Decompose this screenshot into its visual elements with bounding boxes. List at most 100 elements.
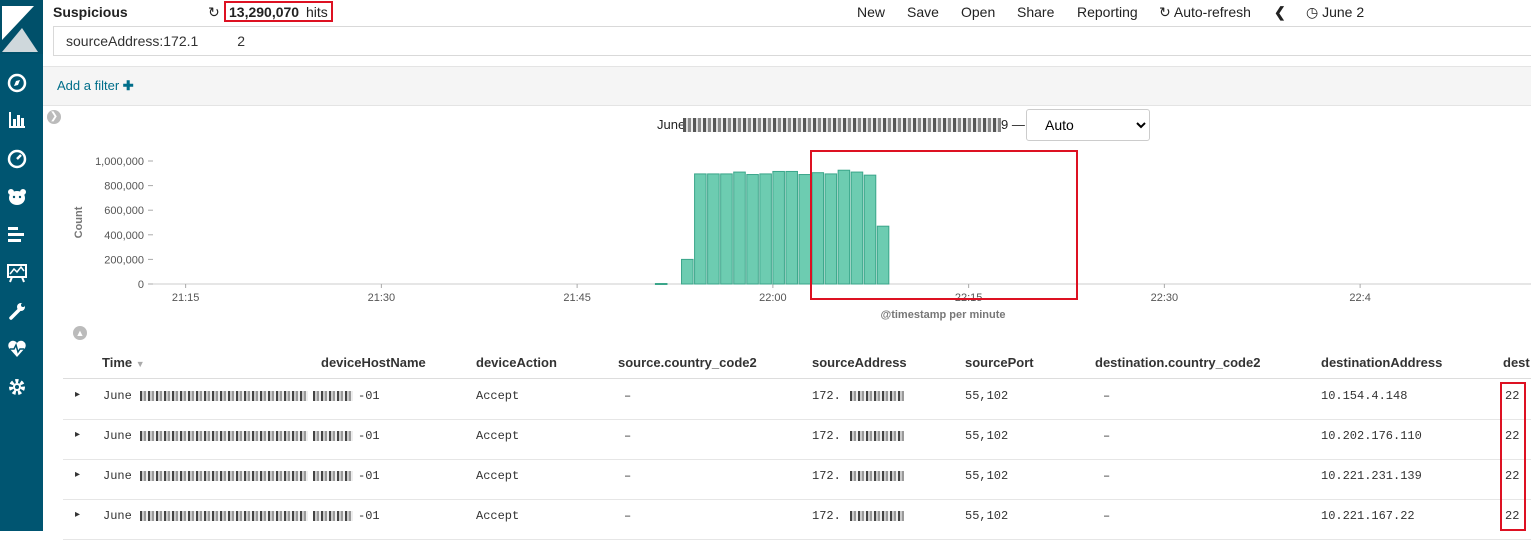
histogram-bar[interactable] — [694, 173, 707, 285]
histogram-bar[interactable] — [733, 171, 746, 285]
histogram-bar[interactable] — [837, 169, 851, 285]
cell-source-country: – — [624, 469, 632, 483]
hits-count: 13,290,070 — [229, 4, 300, 20]
save-button[interactable]: Save — [907, 4, 939, 20]
histogram-bar[interactable] — [746, 174, 759, 285]
share-button[interactable]: Share — [1017, 4, 1054, 20]
histogram-bar[interactable] — [850, 171, 864, 285]
y-tick-label: 200,000 — [104, 254, 144, 266]
histogram-bar[interactable] — [772, 170, 785, 285]
histogram-bar[interactable] — [681, 258, 694, 285]
column-header-source-country[interactable]: source.country_code2 — [618, 355, 757, 370]
x-tick-label: 21:15 — [172, 292, 200, 304]
y-tick-label: 400,000 — [104, 230, 144, 242]
redacted-time-range — [683, 118, 1001, 132]
cell-destination-address: 10.202.176.110 — [1321, 429, 1422, 443]
cell-device-host: -01 — [358, 389, 380, 403]
histogram-bar[interactable] — [798, 174, 812, 285]
refresh-icon[interactable]: ↻ — [208, 4, 220, 21]
cell-destination-address: 10.154.4.148 — [1321, 389, 1408, 403]
table-row: ▸ June -01 Accept –172. 55,102–10.154.4.148 22 — [63, 379, 1531, 420]
histogram-bar[interactable] — [824, 173, 838, 285]
cell-device-host: -01 — [358, 429, 380, 443]
expand-row-icon[interactable]: ▸ — [75, 509, 80, 520]
y-axis: 0 200,000 400,000 600,000 800,000 1,000,000 — [95, 156, 153, 291]
kibana-logo-icon[interactable] — [0, 0, 43, 54]
redacted-value — [850, 511, 904, 521]
auto-refresh-button[interactable]: ↻ Auto-refresh — [1159, 4, 1251, 21]
interval-select[interactable]: Auto — [1026, 109, 1150, 141]
monitoring-heartbeat-icon[interactable] — [6, 339, 28, 361]
auto-refresh-icon: ↻ — [1159, 4, 1171, 20]
cell-device-host: -01 — [358, 469, 380, 483]
column-header-device-host[interactable]: deviceHostName — [321, 355, 426, 370]
time-picker-button[interactable]: ◷ June 2 — [1306, 4, 1364, 21]
cell-device-action: Accept — [476, 509, 520, 523]
histogram-bar[interactable] — [707, 173, 720, 285]
cell-source-country: – — [624, 509, 632, 523]
column-header-destination-country[interactable]: destination.country_code2 — [1095, 355, 1260, 370]
cell-time: June — [103, 509, 132, 523]
filter-bar — [43, 66, 1531, 106]
cell-source-port: 55,102 — [965, 469, 1009, 483]
x-tick-label: 21:45 — [563, 292, 591, 304]
redacted-value — [140, 431, 308, 441]
cell-device-action: Accept — [476, 429, 520, 443]
reporting-button[interactable]: Reporting — [1077, 4, 1138, 20]
histogram-bar[interactable] — [720, 173, 733, 285]
x-axis-title: @timestamp per minute — [880, 309, 1005, 321]
cell-source-address: 172. — [812, 509, 841, 523]
redacted-value — [313, 391, 353, 401]
cell-time: June — [103, 429, 132, 443]
collapse-chart-icon[interactable]: ▲ — [73, 326, 87, 340]
add-filter-label: Add a filter — [57, 78, 120, 93]
cell-source-port: 55,102 — [965, 389, 1009, 403]
histogram-bar[interactable] — [785, 170, 798, 285]
histogram-bar[interactable] — [876, 225, 890, 285]
cell-destination-country: – — [1103, 429, 1111, 443]
cell-device-action: Accept — [476, 469, 520, 483]
add-filter-button[interactable]: Add a filter ✚ — [57, 78, 134, 94]
open-button[interactable]: Open — [961, 4, 995, 20]
redacted-value — [140, 511, 308, 521]
y-tick-label: 800,000 — [104, 181, 144, 193]
new-button[interactable]: New — [857, 4, 885, 20]
management-gear-icon[interactable] — [6, 377, 28, 399]
cell-destination-country: – — [1103, 469, 1111, 483]
cell-source-port: 55,102 — [965, 509, 1009, 523]
redacted-value — [850, 391, 904, 401]
cell-source-country: – — [624, 389, 632, 403]
histogram-bar[interactable] — [811, 172, 825, 285]
redacted-value — [313, 431, 353, 441]
x-tick-label: 22:30 — [1151, 292, 1179, 304]
search-input[interactable] — [53, 26, 1531, 56]
time-picker-label: June 2 — [1322, 4, 1365, 20]
histogram-bar[interactable] — [654, 283, 668, 286]
expand-row-icon[interactable]: ▸ — [75, 389, 80, 400]
clock-icon: ◷ — [1306, 4, 1319, 20]
column-header-destination-address[interactable]: destinationAddress — [1321, 355, 1442, 370]
sort-caret-icon[interactable]: ▼ — [136, 359, 145, 369]
expand-row-icon[interactable]: ▸ — [75, 469, 80, 480]
hits-label: hits — [306, 4, 328, 20]
discover-compass-icon[interactable] — [6, 73, 28, 95]
column-header-destination-port[interactable]: dest — [1503, 355, 1530, 370]
column-header-time[interactable]: Time ▼ — [102, 355, 145, 370]
chevron-left-icon[interactable]: ❮ — [1274, 4, 1286, 21]
column-header-source-address[interactable]: sourceAddress — [812, 355, 907, 370]
column-header-source-port[interactable]: sourcePort — [965, 355, 1034, 370]
histogram-bar[interactable] — [863, 174, 877, 285]
collapse-sidebar-icon[interactable]: ❯ — [47, 110, 61, 124]
plus-icon: ✚ — [122, 78, 134, 93]
y-tick-label: 600,000 — [104, 205, 144, 217]
cell-device-host: -01 — [358, 509, 380, 523]
histogram-bar[interactable] — [759, 173, 772, 285]
cell-destination-address: 10.221.231.139 — [1321, 469, 1422, 483]
cell-time: June — [103, 389, 132, 403]
visualize-chart-icon[interactable] — [6, 110, 28, 132]
time-range-start: June — [657, 117, 686, 132]
expand-row-icon[interactable]: ▸ — [75, 429, 80, 440]
column-header-device-action[interactable]: deviceAction — [476, 355, 557, 370]
cell-destination-country: – — [1103, 509, 1111, 523]
cell-source-address: 172. — [812, 469, 841, 483]
